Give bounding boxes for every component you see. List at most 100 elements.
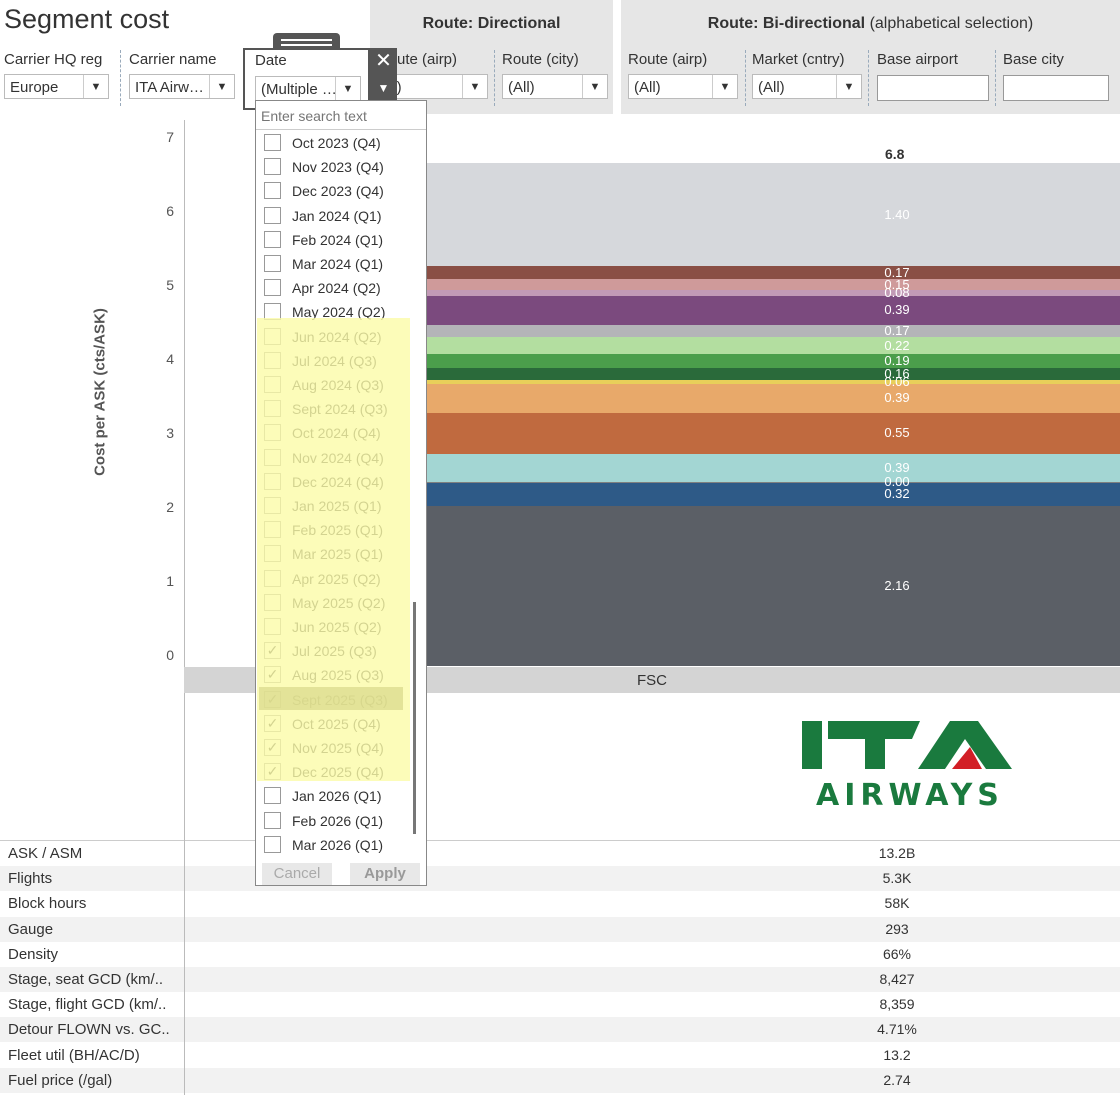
bar-segment[interactable] (427, 412, 1120, 454)
bar-segment-label: 0.39 (884, 460, 910, 476)
checkbox-icon[interactable] (264, 230, 281, 248)
metrics-divider (184, 840, 185, 1095)
bar-segment[interactable] (427, 506, 1120, 666)
route-airp-dir-label: ute (airp) (397, 51, 458, 68)
market-cntry-dropdown[interactable]: (All) ▼ (752, 74, 862, 99)
page-title: Segment cost (4, 4, 170, 34)
checkbox-icon[interactable] (264, 787, 281, 805)
chevron-down-icon[interactable]: ▼ (836, 75, 861, 98)
y-tick-label: 3 (166, 425, 174, 441)
checkbox-icon[interactable] (264, 182, 281, 200)
bar-segment[interactable] (427, 266, 1120, 279)
metric-label: Block hours (8, 895, 87, 913)
checkbox-icon[interactable] (264, 835, 281, 853)
y-tick-label: 2 (166, 499, 174, 515)
carrier-name-label: Carrier name (129, 51, 217, 68)
bar-segment[interactable] (427, 337, 1120, 354)
date-option[interactable]: Mar 2024 (Q1) (262, 254, 412, 276)
metric-label: Flights (8, 870, 53, 888)
metric-value: 13.2B (878, 845, 916, 861)
cancel-button[interactable]: Cancel (262, 863, 332, 885)
metric-value: 2.74 (883, 1071, 911, 1088)
date-option[interactable]: Jan 2026 (Q1) (262, 786, 412, 808)
carrier-hq-reg-value: Europe (10, 79, 59, 96)
bar-segment[interactable] (427, 367, 1120, 380)
carrier-name-dropdown[interactable]: ITA Airw… ▼ (129, 74, 235, 99)
metric-label: Stage, seat GCD (km/.. (8, 971, 164, 988)
route-airp-bi-dropdown[interactable]: (All) ▼ (628, 74, 738, 99)
chevron-down-icon[interactable]: ▼ (712, 75, 737, 98)
svg-text:AIRWAYS: AIRWAYS (816, 778, 1004, 812)
date-option[interactable]: Jan 2024 (Q1) (262, 206, 412, 228)
bar-segment[interactable] (427, 379, 1120, 385)
bar-segment[interactable] (427, 324, 1120, 338)
bar-segment[interactable] (427, 278, 1120, 291)
carrier-name-value: ITA Airw… (135, 79, 204, 96)
date-option-label: Oct 2023 (Q4) (292, 135, 381, 151)
filter-divider (120, 50, 122, 106)
filter-divider (868, 50, 870, 106)
close-icon[interactable]: ✕ (370, 48, 397, 75)
bar-segment[interactable] (427, 384, 1120, 413)
date-search-input[interactable] (259, 105, 423, 127)
y-tick-label: 4 (166, 351, 174, 367)
date-option[interactable]: Apr 2024 (Q2) (262, 278, 412, 300)
metric-row: Stage, seat GCD (km/.. 8,427 (0, 967, 1120, 992)
base-city-input[interactable] (1003, 75, 1109, 101)
chevron-down-icon[interactable]: ▼ (335, 77, 360, 100)
metric-label: Detour FLOWN vs. GC.. (8, 1021, 170, 1039)
bar-segment[interactable] (427, 482, 1120, 507)
route-bidirectional-label: Route: Bi-directional (alphabetical sele… (707, 15, 1034, 32)
chevron-down-icon[interactable]: ▼ (462, 75, 487, 98)
y-tick-label: 5 (166, 277, 174, 293)
metric-value: 8,427 (879, 971, 915, 987)
metric-label: ASK / ASM (8, 845, 83, 862)
bar-segment[interactable] (427, 296, 1120, 325)
metric-row: Fuel price (/gal) 2.74 (0, 1067, 1120, 1093)
route-city-dir-dropdown[interactable]: (All) ▼ (502, 74, 608, 99)
route-airp-bi-value: (All) (634, 79, 661, 96)
chevron-down-icon[interactable]: ▼ (582, 75, 607, 98)
checkbox-icon[interactable] (264, 279, 281, 297)
date-option[interactable]: Feb 2026 (Q1) (262, 811, 412, 833)
menu-icon[interactable]: ▼ (370, 75, 397, 102)
filter-divider (494, 50, 496, 106)
chart-left-axis-line (184, 120, 185, 840)
chevron-down-icon[interactable]: ▼ (83, 75, 108, 98)
bar-segment[interactable] (427, 453, 1120, 483)
bar-segment[interactable] (427, 482, 1120, 484)
bar-segment[interactable] (427, 353, 1120, 368)
apply-button[interactable]: Apply (350, 863, 420, 885)
popup-scrollbar[interactable] (413, 602, 416, 834)
checkbox-icon[interactable] (264, 134, 281, 151)
date-option[interactable]: Nov 2023 (Q4) (262, 157, 412, 179)
metric-value: 5.3K (882, 870, 912, 887)
date-option[interactable]: Dec 2023 (Q4) (262, 181, 412, 203)
bar-segment[interactable] (427, 162, 1120, 267)
bar-segment-label: 0.17 (884, 264, 910, 280)
date-option[interactable]: Oct 2023 (Q4) (262, 133, 412, 155)
base-city-label: Base city (1003, 51, 1064, 68)
bar-segment-label: 0.22 (884, 337, 910, 353)
date-option-label: Nov 2023 (Q4) (292, 159, 384, 176)
chevron-down-icon[interactable]: ▼ (209, 75, 234, 98)
date-option[interactable]: Feb 2024 (Q1) (262, 230, 412, 252)
date-option[interactable]: Mar 2026 (Q1) (262, 835, 412, 857)
metric-row: Fleet util (BH/AC/D) 13.2 (0, 1042, 1120, 1068)
checkbox-icon[interactable] (264, 158, 281, 176)
base-airport-input[interactable] (877, 75, 989, 101)
checkbox-icon[interactable] (264, 811, 281, 829)
checkbox-icon[interactable] (264, 255, 281, 272)
metric-value: 8,359 (879, 996, 915, 1013)
bar-segment-label: 0.19 (884, 352, 910, 368)
date-dropdown[interactable]: (Multiple … ▼ (255, 76, 361, 101)
checkbox-icon[interactable] (264, 206, 281, 224)
highlight-annotation (257, 318, 410, 781)
date-label: Date (255, 52, 287, 69)
carrier-hq-reg-dropdown[interactable]: Europe ▼ (4, 74, 109, 99)
y-axis-label: Cost per ASK (cts/ASK) (91, 308, 109, 476)
y-tick-label: 6 (166, 203, 174, 219)
hover-highlight (259, 687, 403, 710)
metric-label: Fleet util (BH/AC/D) (8, 1046, 140, 1064)
bar-segment[interactable] (427, 290, 1120, 296)
